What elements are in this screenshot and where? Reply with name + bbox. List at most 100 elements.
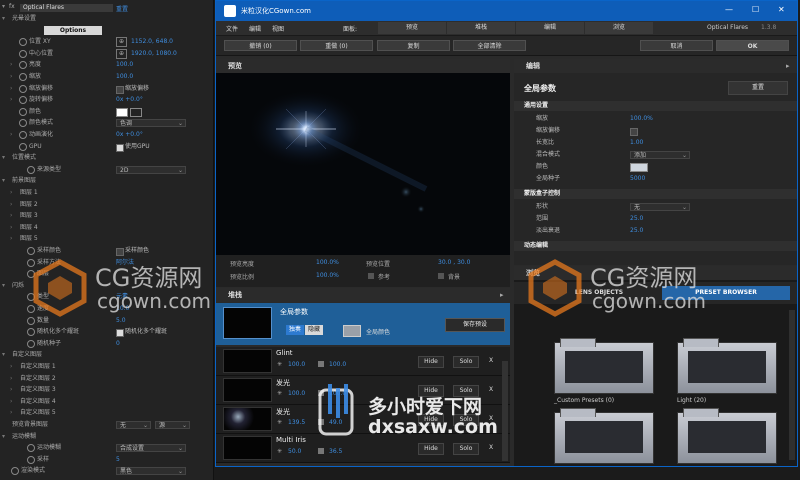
preview-position-value[interactable]: 30.0 , 30.0 xyxy=(438,259,470,266)
eyedropper-icon[interactable] xyxy=(130,107,142,117)
cancel-button[interactable]: 取消 xyxy=(640,40,713,51)
editor-color-swatch[interactable] xyxy=(630,163,648,172)
title-bar[interactable]: 米粒汉化CGown.com — ☐ ✕ xyxy=(216,1,797,21)
stopwatch-icon[interactable] xyxy=(19,131,27,139)
stopwatch-icon[interactable] xyxy=(19,84,27,93)
stopwatch-icon[interactable] xyxy=(27,328,35,337)
stopwatch-icon[interactable] xyxy=(27,444,35,453)
layer-brightness-value[interactable]: 100.0 xyxy=(288,390,305,397)
effect-name-label[interactable]: Optical Flares xyxy=(20,4,113,12)
preset-folder[interactable] xyxy=(677,408,777,464)
copy-button[interactable]: 复制 xyxy=(377,40,450,51)
property-dropdown[interactable]: 色调 ⌄ xyxy=(116,119,186,128)
panel-tab-preview[interactable]: 预览 xyxy=(378,22,446,34)
stopwatch-icon[interactable] xyxy=(19,73,27,81)
menu-file[interactable]: 文件 xyxy=(226,24,238,33)
preset-folder[interactable] xyxy=(677,338,777,394)
property-value[interactable]: 0x +0.0° xyxy=(116,95,143,105)
twirl-closed-icon[interactable]: › xyxy=(10,84,12,94)
twirl-closed-icon[interactable]: › xyxy=(10,385,12,395)
property-checkbox[interactable] xyxy=(116,248,124,256)
twirl-closed-icon[interactable]: › xyxy=(10,72,12,82)
options-button[interactable]: Options xyxy=(44,25,102,35)
twirl-open-icon[interactable]: ▾ xyxy=(2,14,5,24)
editor-property-value[interactable]: 1.00 xyxy=(630,138,643,148)
save-preset-button[interactable]: 保存预设 xyxy=(445,318,505,332)
fx-twirl-icon[interactable]: ▾ xyxy=(2,3,5,10)
stopwatch-icon[interactable] xyxy=(19,142,27,151)
crosshair-icon[interactable]: ⊕ xyxy=(116,48,127,59)
preset-folder[interactable] xyxy=(554,338,654,394)
hide-toggle[interactable]: 隐藏 xyxy=(305,325,323,335)
maximize-icon[interactable]: ☐ xyxy=(752,5,759,14)
close-icon[interactable]: ✕ xyxy=(778,5,785,14)
twirl-open-icon[interactable]: ▾ xyxy=(2,432,5,442)
property-checkbox[interactable] xyxy=(116,329,124,338)
property-value[interactable]: 5 xyxy=(116,455,120,465)
twirl-open-icon[interactable]: ▾ xyxy=(2,281,5,291)
stack-layer-row[interactable]: Multi Iris ✳ 50.0 36.5 Hide Solo X xyxy=(216,434,510,463)
effect-reset-link[interactable]: 重置 xyxy=(116,4,128,13)
editor-reset-button[interactable]: 重置 xyxy=(728,81,788,95)
property-value[interactable]: 0x +0.0° xyxy=(116,130,143,140)
preset-folder[interactable] xyxy=(554,408,654,464)
panel-tab-edit[interactable]: 编辑 xyxy=(516,22,584,34)
ok-button[interactable]: OK xyxy=(716,40,789,51)
editor-property-value[interactable]: 25.0 xyxy=(630,214,643,224)
property-checkbox[interactable] xyxy=(116,143,124,152)
layer-scale-value[interactable]: 36.5 xyxy=(329,448,342,455)
twirl-closed-icon[interactable]: › xyxy=(10,223,12,233)
stopwatch-icon[interactable] xyxy=(27,165,35,174)
stopwatch-icon[interactable] xyxy=(27,339,35,348)
twirl-closed-icon[interactable]: › xyxy=(10,397,12,407)
stopwatch-icon[interactable] xyxy=(11,467,19,476)
stopwatch-icon[interactable] xyxy=(27,247,35,255)
property-value[interactable]: 5.0 xyxy=(116,316,126,326)
panel-tab-stack[interactable]: 堆栈 xyxy=(447,22,515,34)
property-dropdown[interactable]: 2D ⌄ xyxy=(116,165,186,174)
property-dropdown[interactable]: 无 ⌄ xyxy=(116,421,151,429)
preview-viewport[interactable]: 预览亮度 100.0% 预览位置 30.0 , 30.0 预览比例 100.0%… xyxy=(216,59,510,287)
layer-delete-button[interactable]: X xyxy=(486,385,496,395)
twirl-closed-icon[interactable]: › xyxy=(10,95,12,105)
background-checkbox[interactable] xyxy=(438,273,444,279)
solo-toggle[interactable]: 独奏 xyxy=(286,325,304,335)
stopwatch-icon[interactable] xyxy=(19,96,27,105)
twirl-closed-icon[interactable]: › xyxy=(10,60,12,70)
color-swatch[interactable] xyxy=(116,107,128,117)
preview-brightness-value[interactable]: 100.0% xyxy=(316,259,339,266)
stack-expand-icon[interactable]: ▸ xyxy=(500,291,504,299)
undo-button[interactable]: 撤销 (0) xyxy=(224,40,297,51)
property-value[interactable]: 0 xyxy=(116,339,120,349)
editor-expand-icon[interactable]: ▸ xyxy=(786,62,790,70)
property-dropdown[interactable]: 黑色 ⌄ xyxy=(116,467,186,476)
twirl-closed-icon[interactable]: › xyxy=(10,188,12,198)
stack-scrollbar[interactable] xyxy=(502,361,508,461)
property-dropdown[interactable]: 合成设置 ⌄ xyxy=(116,444,186,453)
menu-view[interactable]: 视图 xyxy=(272,24,284,33)
twirl-closed-icon[interactable]: › xyxy=(10,374,12,384)
layer-solo-button[interactable]: Solo xyxy=(453,443,479,455)
global-color-swatch[interactable] xyxy=(343,325,361,337)
property-dropdown-source[interactable]: 源 ⌄ xyxy=(155,421,190,429)
twirl-closed-icon[interactable]: › xyxy=(10,362,12,372)
layer-brightness-value[interactable]: 139.5 xyxy=(288,419,305,426)
editor-dropdown[interactable]: 添加 ⌄ xyxy=(630,151,690,159)
twirl-open-icon[interactable]: ▾ xyxy=(2,350,5,360)
crosshair-icon[interactable]: ⊕ xyxy=(116,37,127,48)
editor-property-value[interactable]: 100.0% xyxy=(630,114,653,124)
menu-edit[interactable]: 编辑 xyxy=(249,24,261,33)
stack-layer-row[interactable]: Glint ✳ 100.0 100.0 Hide Solo X xyxy=(216,347,510,376)
property-value[interactable]: 1920.0, 1080.0 xyxy=(131,49,177,59)
layer-brightness-value[interactable]: 100.0 xyxy=(288,361,305,368)
stopwatch-icon[interactable] xyxy=(19,49,27,58)
twirl-closed-icon[interactable]: › xyxy=(10,234,12,244)
twirl-closed-icon[interactable]: › xyxy=(10,200,12,210)
layer-brightness-value[interactable]: 50.0 xyxy=(288,448,301,455)
stopwatch-icon[interactable] xyxy=(19,107,27,116)
layer-delete-button[interactable]: X xyxy=(486,443,496,453)
stopwatch-icon[interactable] xyxy=(19,119,27,128)
redo-button[interactable]: 重做 (0) xyxy=(300,40,373,51)
twirl-open-icon[interactable]: ▾ xyxy=(2,176,5,186)
reference-checkbox[interactable] xyxy=(368,273,374,279)
